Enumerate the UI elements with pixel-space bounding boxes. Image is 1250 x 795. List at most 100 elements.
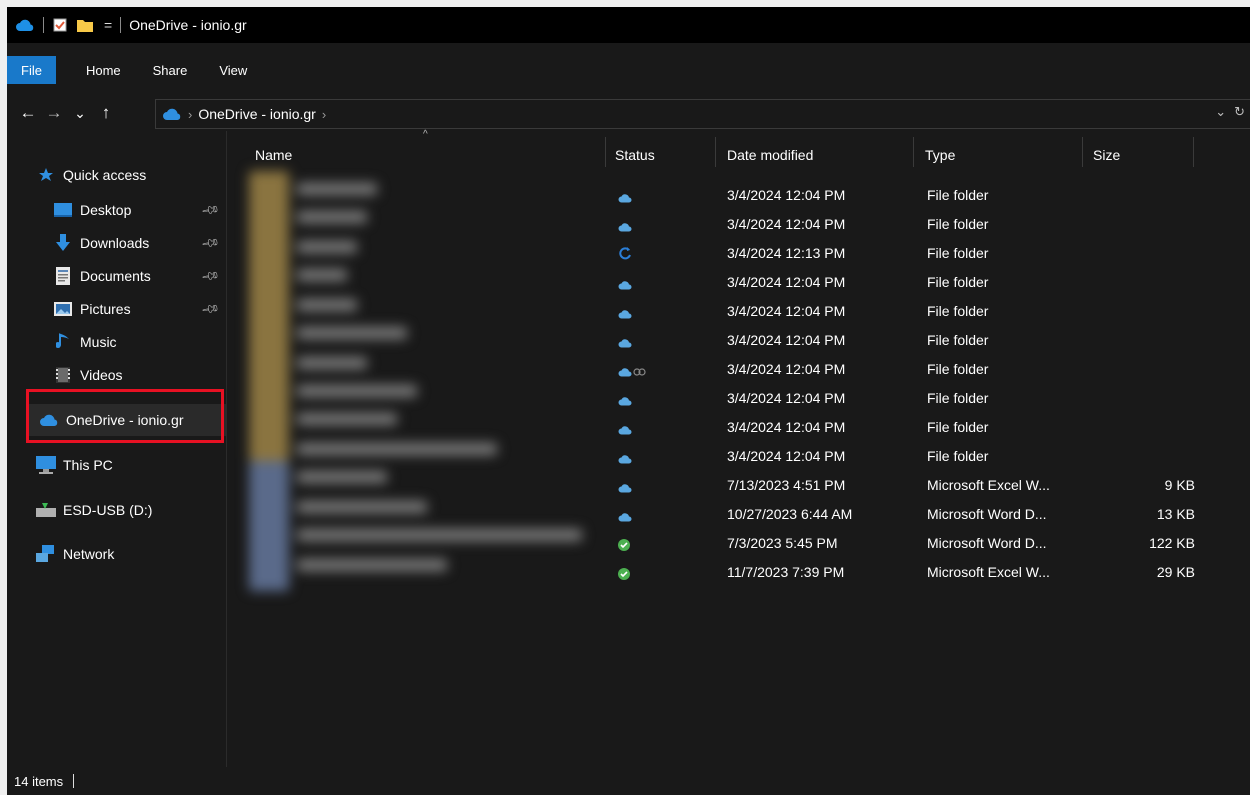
cell-date-modified: 3/4/2024 12:04 PM (727, 361, 846, 377)
pin-icon[interactable]: 📌︎ (200, 200, 221, 220)
onedrive-cloud-icon (38, 410, 60, 430)
column-divider[interactable] (1082, 137, 1083, 167)
table-row[interactable]: 3/4/2024 12:04 PM File folder (227, 413, 1250, 442)
table-row[interactable]: 3/4/2024 12:13 PM File folder (227, 239, 1250, 268)
cell-type: File folder (927, 245, 989, 261)
cell-type: File folder (927, 303, 989, 319)
computer-icon (35, 455, 57, 475)
cloud-status-icon (618, 509, 632, 525)
cloud-status-icon (618, 480, 632, 496)
column-divider[interactable] (913, 137, 914, 167)
tab-file[interactable]: File (7, 56, 56, 84)
table-row[interactable]: 11/7/2023 7:39 PM Microsoft Excel W... 29 … (227, 558, 1250, 587)
sidebar-item-pictures[interactable]: Pictures 📌︎ (52, 293, 226, 325)
cell-date-modified: 3/4/2024 12:13 PM (727, 245, 846, 261)
cloud-status-icon (618, 451, 632, 467)
table-row[interactable]: 3/4/2024 12:04 PM File folder (227, 355, 1250, 384)
videos-icon (52, 365, 74, 385)
column-header-status[interactable]: Status (615, 137, 655, 173)
cell-type: Microsoft Word D... (927, 535, 1047, 551)
new-folder-icon[interactable] (76, 17, 94, 33)
sidebar-item-documents[interactable]: Documents 📌︎ (52, 260, 226, 292)
up-button[interactable]: ↑ (93, 103, 119, 123)
customize-toolbar-icon[interactable]: = (104, 17, 112, 33)
sidebar-item-quick-access[interactable]: Quick access (35, 159, 226, 191)
cloud-status-icon (618, 306, 632, 322)
explorer-window: = OneDrive - ionio.gr File Home Share Vi… (7, 7, 1250, 795)
table-row[interactable]: 7/13/2023 4:51 PM Microsoft Excel W... 9 K… (227, 471, 1250, 500)
sidebar-item-label: OneDrive - ionio.gr (66, 412, 184, 428)
cell-type: Microsoft Excel W... (927, 477, 1050, 493)
sidebar-item-label: Network (63, 546, 115, 562)
cell-date-modified: 7/3/2023 5:45 PM (727, 535, 838, 551)
column-divider[interactable] (1193, 137, 1194, 167)
address-dropdown-icon[interactable]: ⌄ (1215, 104, 1226, 120)
back-button[interactable]: ← (15, 103, 41, 123)
pictures-icon (52, 299, 74, 319)
recent-locations-button[interactable]: ⌄ (67, 105, 93, 122)
forward-button[interactable]: → (41, 103, 67, 123)
table-row[interactable]: 3/4/2024 12:04 PM File folder (227, 181, 1250, 210)
cell-date-modified: 3/4/2024 12:04 PM (727, 274, 846, 290)
sidebar-item-downloads[interactable]: Downloads 📌︎ (52, 227, 226, 259)
pin-icon[interactable]: 📌︎ (200, 233, 221, 253)
column-header-type[interactable]: Type (925, 137, 955, 173)
column-header-date-modified[interactable]: Date modified (727, 137, 813, 173)
sidebar-item-label: This PC (63, 457, 113, 473)
cell-type: File folder (927, 332, 989, 348)
table-row[interactable]: 3/4/2024 12:04 PM File folder (227, 268, 1250, 297)
sidebar-item-network[interactable]: Network (35, 538, 226, 570)
title-separator (120, 17, 122, 33)
cell-size: 13 KB (1156, 506, 1195, 522)
cell-date-modified: 11/7/2023 7:39 PM (727, 564, 845, 580)
tab-share[interactable]: Share (137, 56, 204, 84)
table-row[interactable]: 3/4/2024 12:04 PM File folder (227, 210, 1250, 239)
cell-date-modified: 3/4/2024 12:04 PM (727, 448, 846, 464)
sidebar-item-onedrive[interactable]: OneDrive - ionio.gr (26, 404, 226, 436)
table-row[interactable]: 7/3/2023 5:45 PM Microsoft Word D... 122 K… (227, 529, 1250, 558)
pin-icon[interactable]: 📌︎ (200, 299, 221, 319)
sidebar-item-desktop[interactable]: Desktop 📌︎ (52, 194, 226, 226)
sidebar-item-music[interactable]: Music (52, 326, 226, 358)
sidebar-item-videos[interactable]: Videos (52, 359, 226, 391)
sync-status-icon (618, 246, 632, 263)
title-separator (43, 17, 44, 33)
tab-home[interactable]: Home (70, 56, 137, 84)
refresh-icon[interactable]: ↻ (1234, 104, 1245, 120)
column-divider[interactable] (715, 137, 716, 167)
cell-size: 122 KB (1149, 535, 1195, 551)
column-divider[interactable] (605, 137, 606, 167)
cloud-status-icon (618, 190, 632, 206)
sidebar-item-usb[interactable]: ESD-USB (D:) (35, 494, 226, 526)
file-list: ^ Name Status Date modified Type Size 3/… (226, 129, 1250, 767)
sidebar-item-label: Documents (80, 268, 151, 284)
pin-icon[interactable]: 📌︎ (200, 266, 221, 286)
column-header-size[interactable]: Size (1093, 137, 1120, 173)
table-row[interactable]: 3/4/2024 12:04 PM File folder (227, 326, 1250, 355)
address-bar[interactable]: › OneDrive - ionio.gr › ⌄ ↻ (155, 99, 1250, 129)
cell-date-modified: 10/27/2023 6:44 AM (727, 506, 853, 522)
title-bar: = OneDrive - ionio.gr (7, 7, 1250, 43)
cell-type: File folder (927, 187, 989, 203)
table-row[interactable]: 3/4/2024 12:04 PM File folder (227, 384, 1250, 413)
navigation-pane: Quick access Desktop 📌︎ Downloads 📌︎ Doc… (7, 131, 226, 767)
cell-type: Microsoft Word D... (927, 506, 1047, 522)
sidebar-item-label: ESD-USB (D:) (63, 502, 153, 518)
properties-icon[interactable] (52, 17, 68, 33)
download-arrow-icon (52, 233, 74, 253)
table-row[interactable]: 10/27/2023 6:44 AM Microsoft Word D... 13 … (227, 500, 1250, 529)
table-row[interactable]: 3/4/2024 12:04 PM File folder (227, 297, 1250, 326)
breadcrumb-separator[interactable]: › (322, 107, 326, 122)
tab-view[interactable]: View (203, 56, 263, 84)
cell-date-modified: 3/4/2024 12:04 PM (727, 187, 846, 203)
star-icon (35, 165, 57, 185)
sidebar-item-this-pc[interactable]: This PC (35, 449, 226, 481)
item-count: 14 items (14, 773, 64, 789)
sidebar-item-label: Quick access (63, 167, 147, 183)
breadcrumb-onedrive[interactable]: OneDrive - ionio.gr (198, 106, 316, 122)
sidebar-item-label: Pictures (80, 301, 131, 317)
cell-date-modified: 3/4/2024 12:04 PM (727, 390, 846, 406)
column-header-name[interactable]: Name (255, 137, 292, 173)
cell-date-modified: 7/13/2023 4:51 PM (727, 477, 846, 493)
table-row[interactable]: 3/4/2024 12:04 PM File folder (227, 442, 1250, 471)
